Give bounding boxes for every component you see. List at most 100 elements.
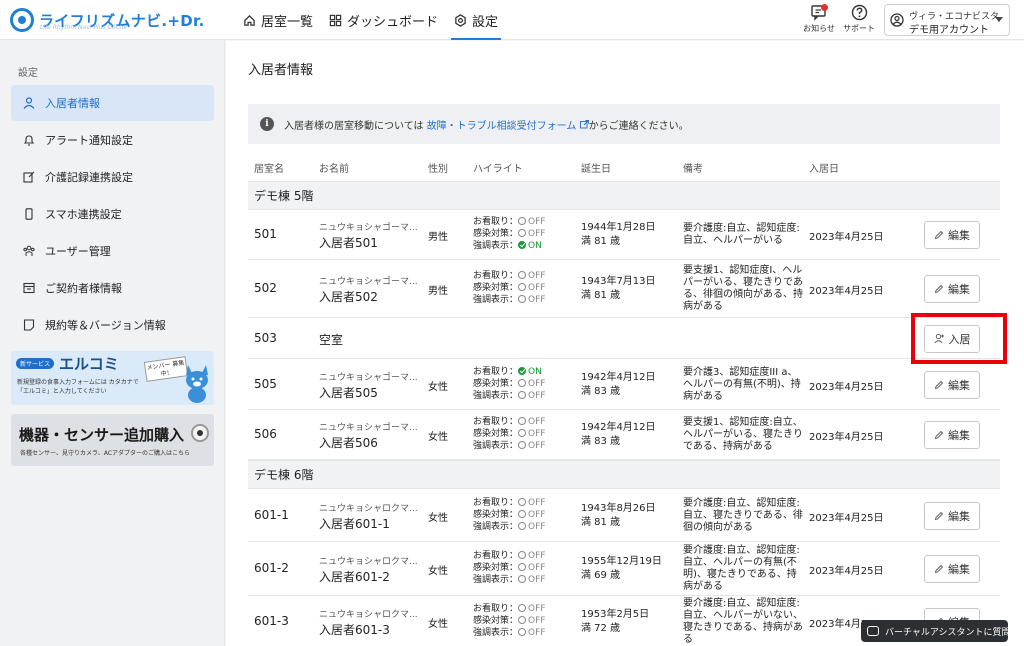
resident-kana: ニュウキョシャゴーマ... <box>319 372 418 383</box>
sidebar-item-alert-settings[interactable]: アラート通知設定 <box>11 122 214 158</box>
sidebar-item-smartphone[interactable]: スマホ連携設定 <box>11 196 214 232</box>
elcomi-banner[interactable]: 新サービス エルコミ 新規登録の食事入力フォームには カタカナで「エルコミ」と入… <box>11 351 214 405</box>
highlight-value: OFF <box>528 429 546 439</box>
nav-settings[interactable]: 設定 <box>451 0 502 40</box>
edit-button[interactable]: 編集 <box>924 501 980 530</box>
circle-icon <box>518 521 527 530</box>
notes: 要介護度:自立、認知症度:自立、ヘルパーがいる <box>683 223 800 246</box>
birth-date: 1953年2月5日 <box>581 609 650 620</box>
circle-icon <box>518 575 527 583</box>
highlight-label: お看取り： <box>473 217 519 227</box>
device-purchase-banner[interactable]: 機器・センサー追加購入 各種センサー、見守りカメラ、ACアダプターのご購入はこち… <box>11 414 214 466</box>
circle-icon <box>518 628 527 636</box>
resident-name: 入居者601-2 <box>319 570 390 584</box>
edit-button[interactable]: 編集 <box>924 275 980 303</box>
resident-kana: ニュウキョシャゴーマ... <box>319 223 418 233</box>
account-menu[interactable]: ヴィラ・エコナビスタ デモ用アカウント <box>884 4 1010 36</box>
highlight-status: お看取り： OFF 感染対策： OFF 強調表示： OFF <box>473 603 545 639</box>
table-row[interactable]: 505 ニュウキョシャゴーマ... 入居者505 女性 お看取り： ON 感染対策： OFF 強… <box>248 359 1000 410</box>
birth-date: 1944年1月28日 <box>581 222 656 233</box>
account-name: デモ用アカウント <box>909 25 989 36</box>
resident-kana: ニュウキョシャゴーマ... <box>319 277 418 287</box>
check-circle-icon <box>518 366 527 375</box>
notes: 要介護度:自立、認知症度:自立、寝たきりである、徘徊の傾向がある <box>683 497 803 533</box>
highlight-label: 感染対策： <box>473 616 519 626</box>
page-title: 入居者情報 <box>248 63 314 78</box>
highlight-line-kansen: 感染対策： OFF <box>473 228 545 240</box>
notes: 要介護度:自立、認知症度:自立、ヘルパーがいない、寝たきりである、持病がある <box>683 598 803 645</box>
table-row[interactable]: 506 ニュウキョシャゴーマ... 入居者506 女性 お看取り： OFF 感染対策： OFF… <box>248 410 1000 460</box>
table-row[interactable]: 501 ニュウキョシャゴーマ... 入居者501 男性 お看取り： OFF 感染対策： OFF… <box>248 210 1000 260</box>
circle-icon <box>518 604 527 612</box>
birth-date: 1942年4月12日 <box>581 422 656 433</box>
highlight-value: OFF <box>528 497 546 508</box>
support-button[interactable]: サポート <box>839 4 879 34</box>
pencil-icon <box>934 564 944 574</box>
virtual-assistant-button[interactable]: バーチャルアシスタントに質問 <box>861 620 1011 642</box>
edit-button[interactable]: 編集 <box>924 221 980 249</box>
device-purchase-description: 各種センサー、見守りカメラ、ACアダプターのご購入はこちら <box>20 450 191 457</box>
room-name: 601-2 <box>254 561 289 575</box>
edit-label: 編集 <box>948 509 970 523</box>
highlight-status: お看取り： OFF 感染対策： OFF 強調表示： OFF <box>473 497 545 533</box>
move-in-date: 2023年4月25日 <box>809 381 884 393</box>
nav-dashboard[interactable]: ダッシュボード <box>326 0 441 40</box>
table-row[interactable]: 601-2 ニュウキョシャロクマ... 入居者601-2 女性 お看取り： OFF 感染対策… <box>248 542 1000 596</box>
edit-button[interactable]: 編集 <box>924 370 980 399</box>
resident-name: 入居者601-3 <box>319 623 390 637</box>
room-name: 506 <box>254 427 277 441</box>
highlight-line-kyocho: 強調表示： OFF <box>473 440 545 452</box>
trouble-form-link[interactable]: 故障・トラブル相談受付フォーム <box>424 117 589 132</box>
birth-date: 1955年12月19日 <box>581 556 662 567</box>
highlight-line-mitori: お看取り： OFF <box>473 497 545 509</box>
highlight-value: OFF <box>528 575 546 585</box>
nav-dashboard-label: ダッシュボード <box>347 14 439 30</box>
highlight-status: お看取り： OFF 感染対策： OFF 強調表示： OFF <box>473 416 545 452</box>
sidebar-item-contract-info[interactable]: ご契約者様情報 <box>11 270 214 306</box>
resident-name: 入居者506 <box>319 436 378 450</box>
circle-icon <box>518 390 527 399</box>
circle-icon <box>518 551 527 559</box>
table-row[interactable]: 502 ニュウキョシャゴーマ... 入居者502 男性 お看取り： OFF 感染対策： OFF… <box>248 260 1000 318</box>
top-header: ライフリズムナビ.+Dr. Life Rhythm Navi Plus Doct… <box>0 0 1024 40</box>
move-in-date: 2023年4月2 <box>809 619 868 630</box>
notes: 要介護度:自立、認知症度:自立、ヘルパーの有無(不明)、寝たきりである、持病があ… <box>683 545 800 592</box>
edit-button[interactable]: 編集 <box>924 555 980 583</box>
age: 満 83 歳 <box>581 436 621 447</box>
table-row[interactable]: 503 空室 入居 <box>248 318 1000 359</box>
gender: 女性 <box>428 381 448 393</box>
notifications-button[interactable]: お知らせ <box>799 4 839 34</box>
camera-icon <box>191 424 209 442</box>
pencil-icon <box>934 284 944 294</box>
sidebar-item-care-record[interactable]: 介護記録連携設定 <box>11 159 214 195</box>
sidebar-item-user-management[interactable]: ユーザー管理 <box>11 233 214 269</box>
edit-label: 編集 <box>948 378 970 392</box>
info-icon: i <box>260 117 274 131</box>
gender: 女性 <box>428 432 448 443</box>
sidebar-item-terms-version[interactable]: 規約等＆バージョン情報 <box>11 307 214 343</box>
mascot-icon <box>186 365 208 403</box>
highlight-status: お看取り： ON 感染対策： OFF 強調表示： OFF <box>473 366 545 402</box>
notification-badge <box>821 4 828 11</box>
sidebar-item-resident-info[interactable]: 入居者情報 <box>11 85 214 121</box>
move-in-date: 2023年4月25日 <box>809 512 884 524</box>
robot-icon <box>867 626 879 636</box>
info-suffix: からご連絡ください。 <box>588 120 689 132</box>
gender: 女性 <box>428 566 448 577</box>
nav-rooms[interactable]: 居室一覧 <box>240 0 316 40</box>
highlight-status: お看取り： OFF 感染対策： OFF 強調表示： ON <box>473 216 545 252</box>
room-name: 503 <box>254 330 277 345</box>
birthday: 1943年8月26日満 81 歳 <box>581 502 656 530</box>
highlight-line-mitori: お看取り： OFF <box>473 270 545 282</box>
resident-kana: ニュウキョシャロクマ... <box>319 557 418 567</box>
vacant-label: 空室 <box>319 332 344 347</box>
edit-button[interactable]: 編集 <box>924 421 980 449</box>
sidebar-item-label: 介護記録連携設定 <box>45 171 133 184</box>
users-icon <box>23 245 35 256</box>
circle-icon <box>518 295 527 303</box>
table-row[interactable]: 601-1 ニュウキョシャロクマ... 入居者601-1 女性 お看取り： OFF 感染対策… <box>248 489 1000 542</box>
highlight-frame <box>911 313 1007 364</box>
highlight-label: 強調表示： <box>473 575 519 585</box>
birthday: 1943年7月13日満 81 歳 <box>581 275 656 303</box>
room-name: 601-3 <box>254 614 289 628</box>
